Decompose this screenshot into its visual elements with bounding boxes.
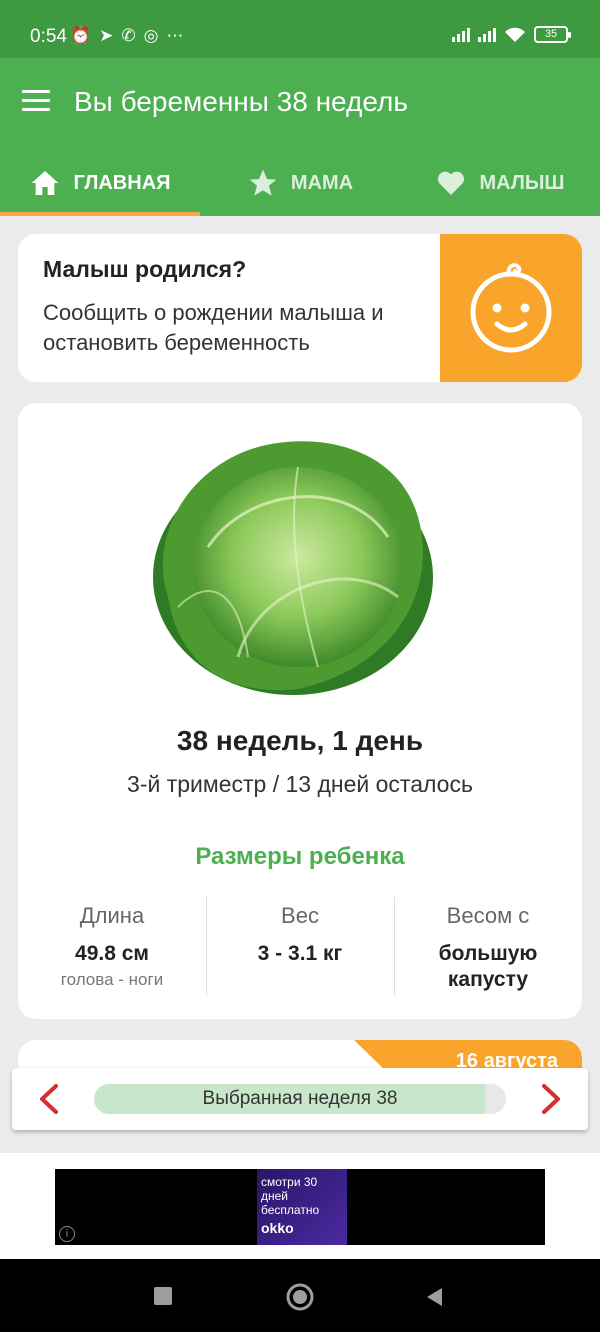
stat-weight-value: 3 - 3.1 кг (257, 942, 343, 965)
week-selector: Выбранная неделя 38 (12, 1068, 588, 1130)
week-progress-bar: Выбранная неделя 38 (94, 1084, 506, 1114)
ad-area: смотри 30 дней бесплатно okko i (0, 1153, 600, 1259)
stat-length-label: Длина (79, 903, 145, 928)
trimester-subtitle: 3-й триместр / 13 дней осталось (127, 771, 473, 797)
baby-born-title: Малыш родился? (43, 256, 247, 282)
home-nav-icon[interactable] (286, 1283, 314, 1311)
battery-icon: 35 (534, 26, 571, 43)
baby-face-icon-panel[interactable] (440, 234, 582, 382)
previous-week-arrow-icon[interactable] (34, 1082, 64, 1116)
week-title: 38 недель, 1 день (176, 725, 424, 756)
tab-baby[interactable]: МАЛЫШ (400, 150, 600, 216)
ad-banner[interactable]: смотри 30 дней бесплатно okko i (55, 1169, 545, 1245)
home-icon (32, 171, 59, 195)
hamburger-menu-icon[interactable] (22, 90, 50, 112)
ad-promo-text: смотри 30 дней бесплатно (261, 1175, 320, 1217)
tab-home[interactable]: ГЛАВНАЯ (0, 150, 200, 216)
status-time: 0:54 (30, 26, 67, 47)
more-icon: ⋯ (166, 26, 184, 45)
heart-icon (438, 171, 465, 195)
baby-born-description: Сообщить о рождении малыша и остановить … (43, 300, 384, 355)
stat-weight-label: Вес (281, 903, 319, 928)
ad-promo: смотри 30 дней бесплатно okko (257, 1169, 347, 1245)
tab-bar: ГЛАВНАЯ МАМА МАЛЫШ (0, 150, 600, 216)
signal-icon (452, 27, 470, 42)
selected-week-label: Выбранная неделя 38 (202, 1088, 398, 1109)
telegram-icon: ➤ (99, 26, 114, 45)
app-bar: Вы беременны 38 недель ГЛАВНАЯ МАМА МАЛЫ… (0, 58, 600, 216)
next-week-arrow-icon[interactable] (536, 1082, 566, 1116)
stat-comparison-value: большую капусту (438, 942, 538, 991)
back-nav-icon[interactable] (424, 1286, 444, 1308)
tab-baby-label: МАЛЫШ (479, 171, 565, 194)
baby-sizes-title: Размеры ребенка (195, 843, 405, 870)
baby-born-card[interactable]: Малыш родился? Сообщить о рождении малыш… (18, 234, 582, 382)
page-title: Вы беременны 38 недель (74, 86, 408, 117)
tab-home-label: ГЛАВНАЯ (73, 171, 171, 194)
recents-icon[interactable] (154, 1287, 172, 1305)
ad-brand: okko (261, 1220, 294, 1236)
signal-icon-2 (478, 27, 496, 42)
notification-icons: ⏰ ➤ ✆ ◎ ⋯ (70, 26, 184, 46)
alarm-icon: ⏰ (70, 26, 92, 45)
baby-face-icon (470, 263, 552, 353)
status-bar: 0:54 ⏰ ➤ ✆ ◎ ⋯ 35 (0, 0, 600, 58)
stat-length: Длина 49.8 см голова - ноги (18, 897, 206, 993)
stat-length-value: 49.8 см (75, 942, 149, 965)
ad-info-icon[interactable]: i (59, 1226, 75, 1242)
stat-weight: Вес 3 - 3.1 кг (206, 897, 394, 995)
system-nav-bar (0, 1259, 600, 1332)
cabbage-image (153, 441, 433, 695)
wifi-icon (505, 27, 525, 42)
stat-comparison-label: Весом с (446, 903, 530, 928)
tab-mom-label: МАМА (290, 171, 354, 194)
system-icons: 35 (452, 26, 571, 43)
instagram-icon: ◎ (143, 26, 159, 45)
tab-mom[interactable]: МАМА (200, 150, 400, 216)
stat-length-note: голова - ноги (60, 970, 164, 989)
week-info-card: 38 недель, 1 день 3-й триместр / 13 дней… (18, 403, 582, 1019)
star-icon (249, 169, 277, 196)
whatsapp-icon: ✆ (121, 26, 136, 45)
stat-comparison: Весом с большую капусту (394, 897, 582, 995)
baby-stats: Длина 49.8 см голова - ноги Вес 3 - 3.1 … (18, 897, 582, 995)
